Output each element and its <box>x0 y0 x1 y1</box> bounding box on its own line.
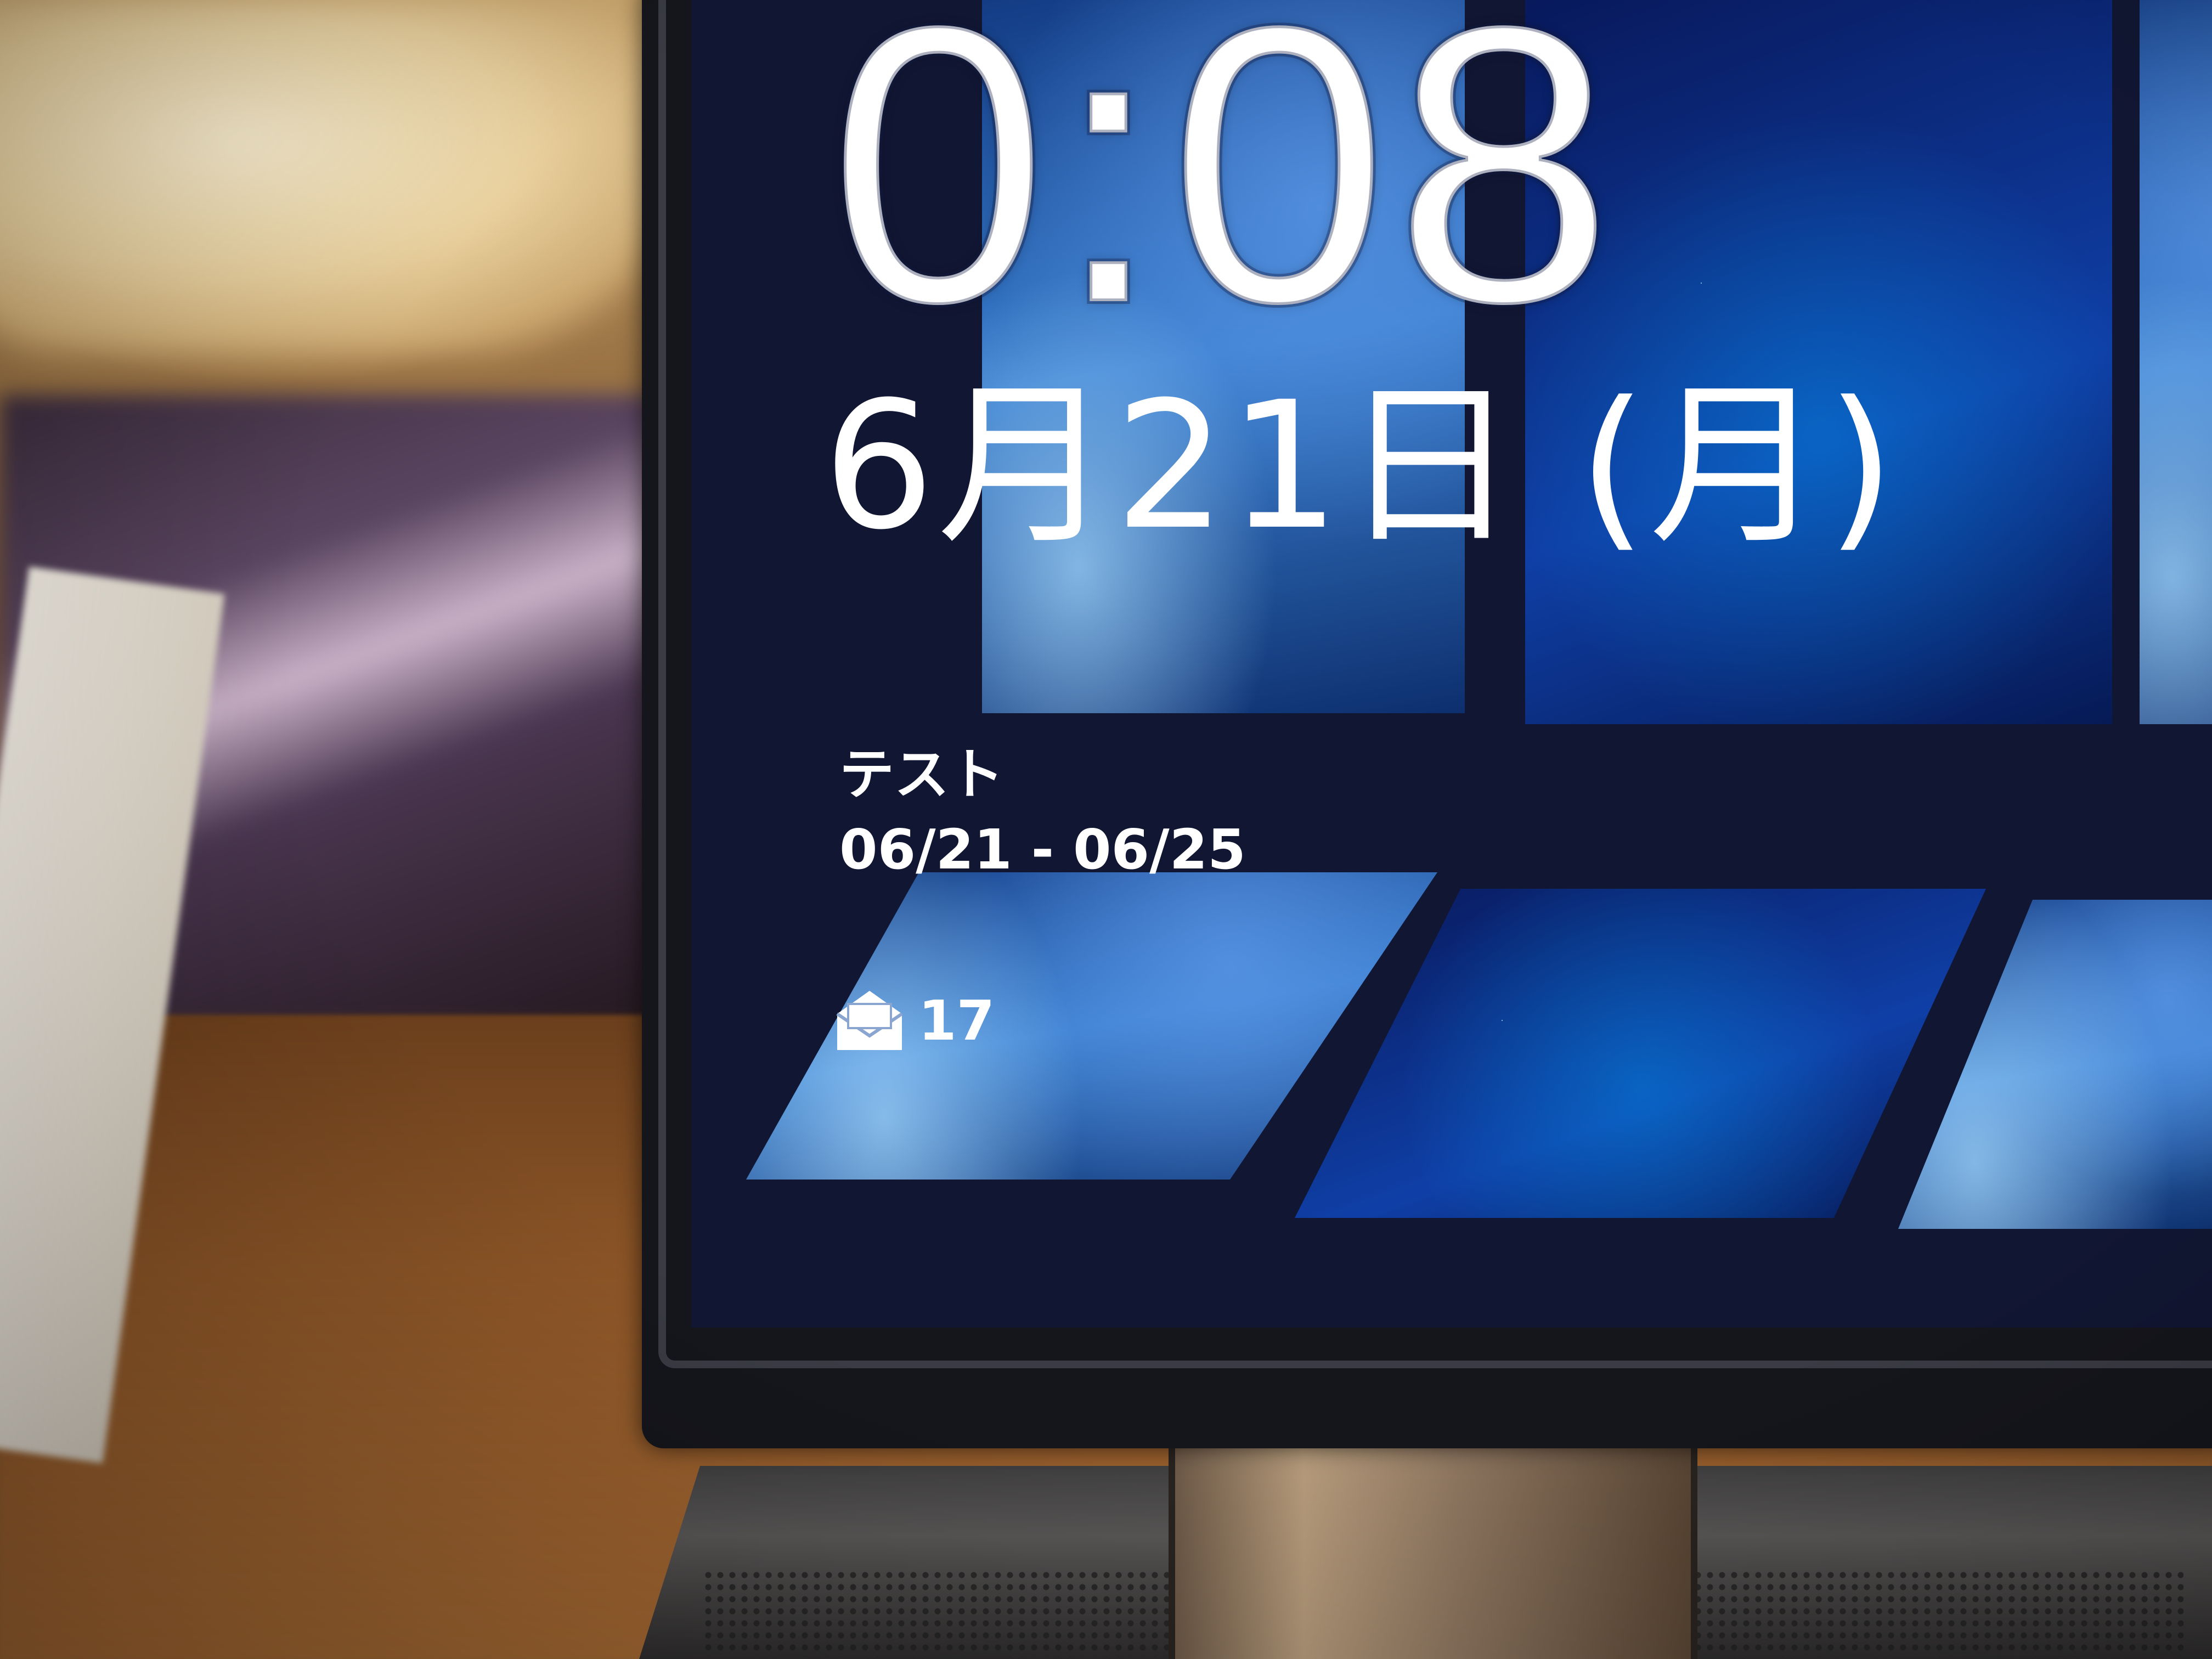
lock-screen-overlay: 0:08 6月21日 (月) テスト 06/21 - 06/25 17 <box>691 0 2212 1328</box>
calendar-event-title: テスト <box>839 742 1004 806</box>
photo-scene: 0:08 6月21日 (月) テスト 06/21 - 06/25 17 <box>0 0 2212 1659</box>
lock-screen-clock: 0:08 <box>826 0 1620 385</box>
background-cushion <box>0 0 686 351</box>
mail-envelope-icon <box>834 988 905 1053</box>
calendar-event-range: 06/21 - 06/25 <box>839 817 1246 882</box>
lock-screen-date: 6月21日 (月) <box>823 364 1898 568</box>
mail-count: 17 <box>918 988 995 1053</box>
mail-notification: 17 <box>834 982 995 1059</box>
lock-screen[interactable]: 0:08 6月21日 (月) テスト 06/21 - 06/25 17 <box>691 0 2212 1328</box>
